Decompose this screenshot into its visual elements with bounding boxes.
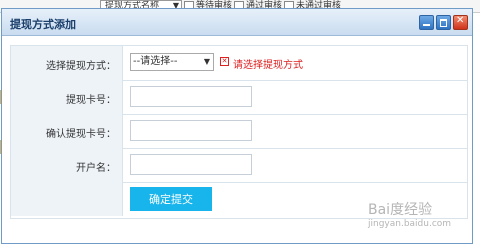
confirm-card-label: 确认提现卡号： — [46, 129, 116, 140]
method-select-value: --请选择-- — [133, 56, 178, 67]
card-number-input[interactable] — [130, 86, 252, 107]
form-label-cell — [11, 182, 123, 216]
watermark-text: Bai度经验 — [368, 202, 433, 218]
form-row-method: 选择提现方式： --请选择-- ▼ ✕ 请选择提现方式 — [11, 46, 467, 81]
submit-button[interactable]: 确定提交 — [130, 187, 212, 211]
form-row-confirm-card: 确认提现卡号： — [11, 114, 467, 149]
close-icon[interactable] — [453, 15, 468, 30]
withdrawal-form: 选择提现方式： --请选择-- ▼ ✕ 请选择提现方式 提现卡号： 确认提现卡号… — [10, 45, 468, 219]
form-label-cell: 选择提现方式： — [11, 46, 123, 80]
confirm-card-number-input[interactable] — [130, 120, 252, 141]
chevron-down-icon: ▼ — [203, 57, 210, 66]
error-icon: ✕ — [220, 57, 229, 66]
card-label: 提现卡号： — [66, 95, 116, 106]
baidu-watermark: Bai度经验 jingyan.baidu.com — [368, 199, 451, 229]
form-label-cell: 确认提现卡号： — [11, 114, 123, 148]
dialog-title: 提现方式添加 — [10, 18, 76, 31]
account-name-input[interactable] — [130, 154, 252, 175]
method-label: 选择提现方式： — [46, 61, 116, 72]
maximize-icon[interactable] — [436, 15, 451, 30]
watermark-sub: jingyan.baidu.com — [368, 219, 452, 229]
dialog-titlebar[interactable]: 提现方式添加 — [2, 9, 472, 36]
minimize-icon[interactable] — [419, 15, 434, 30]
form-row-account-name: 开户名： — [11, 148, 467, 183]
form-row-card: 提现卡号： — [11, 80, 467, 115]
form-label-cell: 开户名： — [11, 148, 123, 182]
account-name-label: 开户名： — [76, 163, 116, 174]
method-error-text: 请选择提现方式 — [233, 60, 303, 71]
method-select[interactable]: --请选择-- ▼ — [130, 53, 214, 71]
form-label-cell: 提现卡号： — [11, 80, 123, 114]
